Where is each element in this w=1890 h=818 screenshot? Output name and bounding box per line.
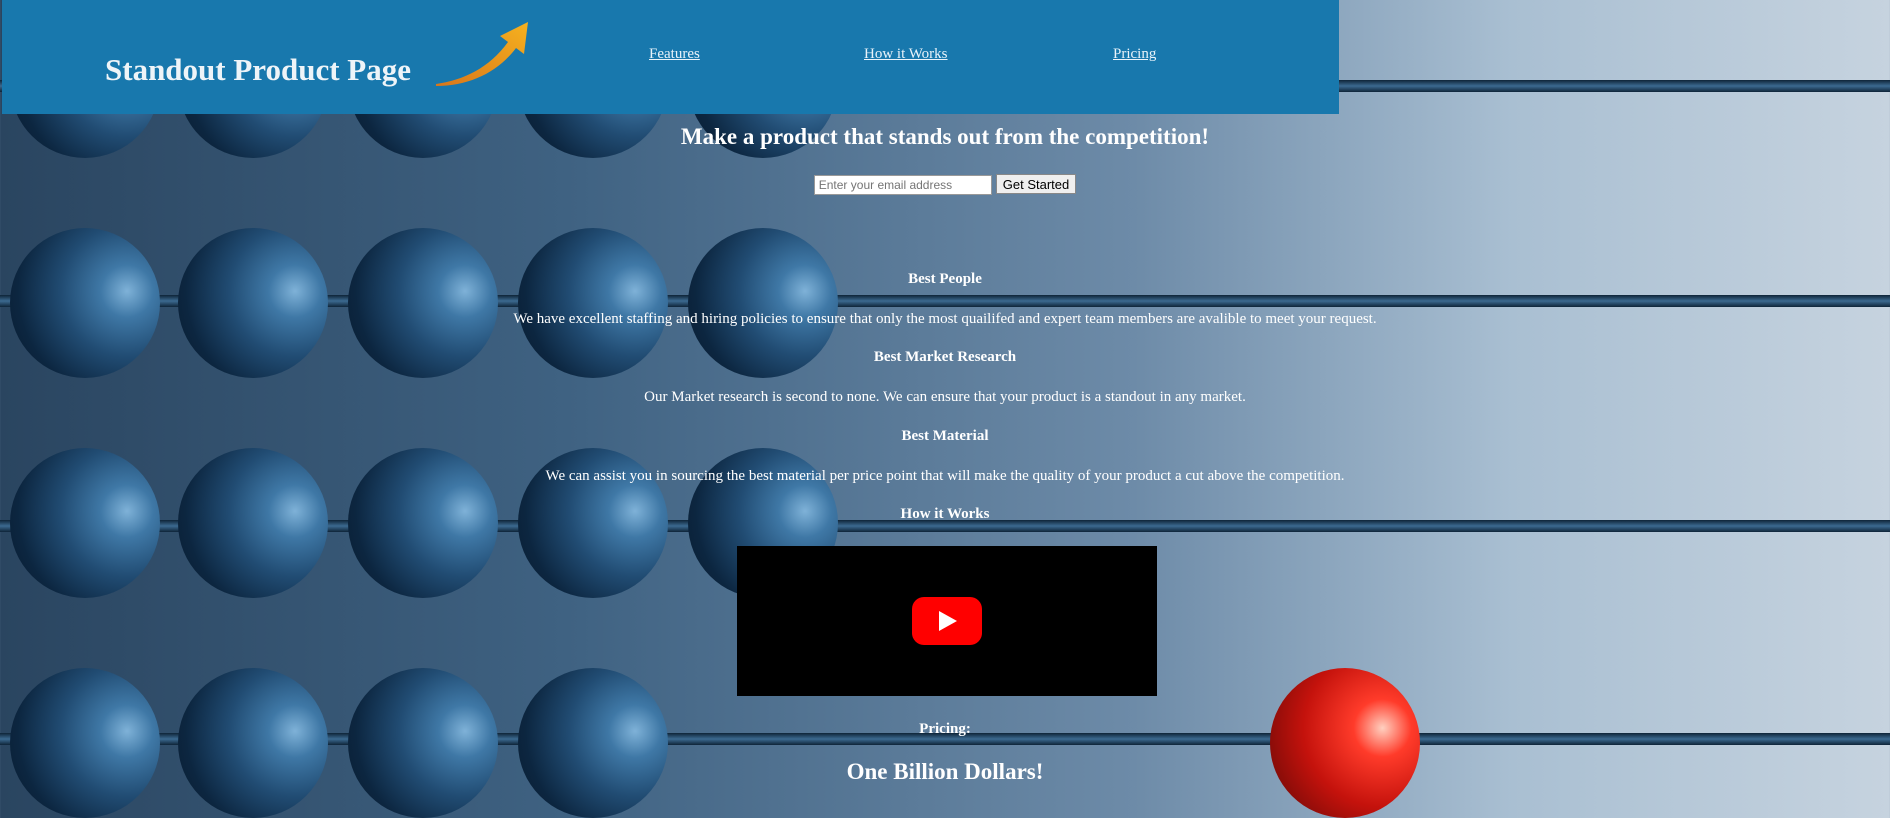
feature-text-best-material: We can assist you in sourcing the best m…	[545, 468, 1345, 484]
nav-link-features[interactable]: Features	[649, 46, 700, 63]
how-it-works-title: How it Works	[900, 506, 990, 522]
nav-link-how-it-works[interactable]: How it Works	[864, 46, 948, 63]
feature-title-best-material: Best Material	[901, 428, 989, 444]
nav-link-pricing[interactable]: Pricing	[1113, 46, 1156, 63]
hero-title: Make a product that stands out from the …	[680, 124, 1210, 149]
video-player[interactable]	[737, 546, 1157, 696]
pricing-value: One Billion Dollars!	[846, 759, 1044, 784]
feature-title-best-people: Best People	[908, 271, 982, 287]
youtube-play-icon[interactable]	[912, 597, 982, 645]
page: Standout Product Page Features How it Wo…	[0, 0, 1890, 804]
site-header: Standout Product Page Features How it Wo…	[2, 0, 1339, 114]
feature-text-best-people: We have excellent staffing and hiring po…	[513, 311, 1377, 327]
arrow-logo-icon	[436, 22, 528, 86]
feature-title-best-market-research: Best Market Research	[873, 349, 1017, 365]
signup-form: Get Started	[0, 174, 1890, 195]
site-logo: Standout Product Page	[105, 52, 412, 87]
feature-text-best-market-research: Our Market research is second to none. W…	[644, 389, 1246, 405]
pricing-title: Pricing:	[919, 721, 971, 737]
email-input[interactable]	[813, 174, 992, 195]
get-started-button[interactable]: Get Started	[995, 174, 1077, 194]
